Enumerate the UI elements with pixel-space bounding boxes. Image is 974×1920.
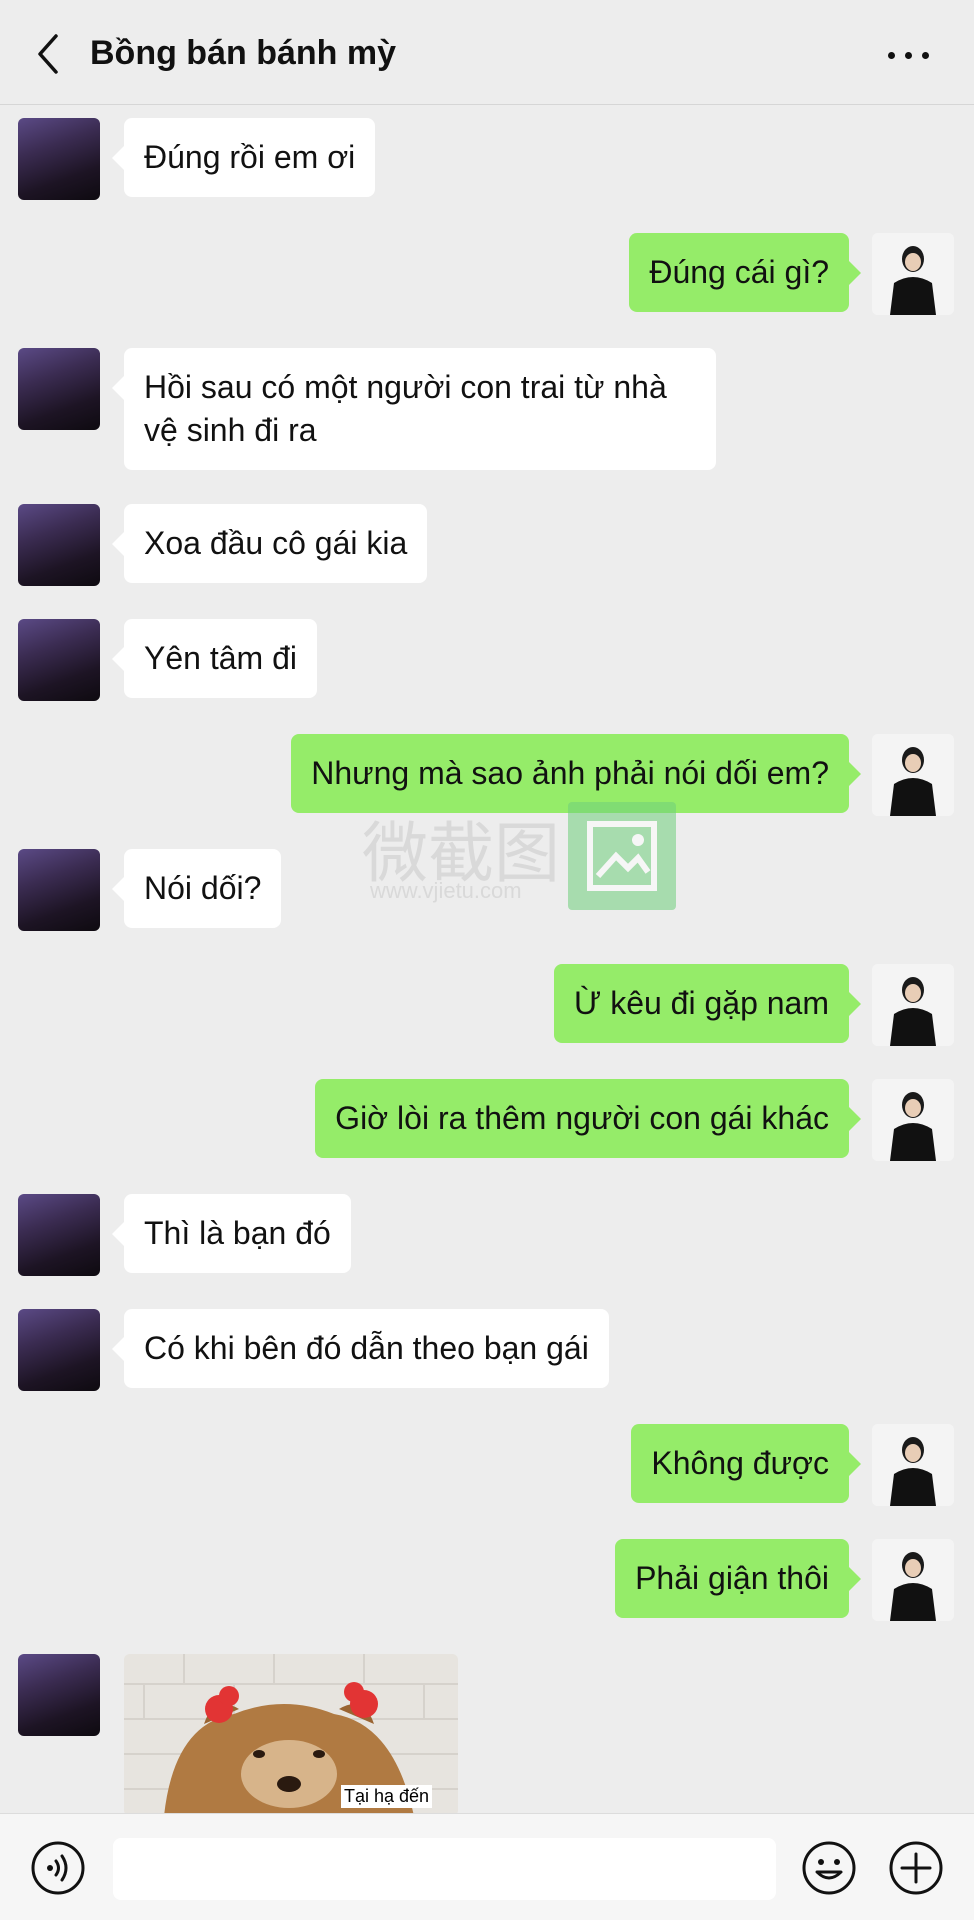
self-avatar[interactable] bbox=[872, 1539, 954, 1621]
message-input[interactable] bbox=[113, 1838, 776, 1900]
chevron-left-icon bbox=[38, 34, 58, 74]
more-dots-icon bbox=[888, 52, 895, 59]
watermark-logo-icon bbox=[568, 802, 676, 910]
emoji-icon bbox=[802, 1841, 856, 1895]
message-bubble[interactable]: Đúng cái gì? bbox=[629, 233, 861, 312]
voice-button[interactable] bbox=[30, 1840, 86, 1896]
watermark-url: www.vjietu.com bbox=[370, 878, 522, 903]
message-bubble[interactable]: Không được bbox=[631, 1424, 861, 1503]
self-avatar[interactable] bbox=[872, 734, 954, 816]
emoji-button[interactable] bbox=[801, 1840, 857, 1896]
message-bubble[interactable]: Giờ lòi ra thêm người con gái khác bbox=[315, 1079, 861, 1158]
contact-avatar[interactable] bbox=[18, 849, 100, 931]
more-options-button[interactable] bbox=[884, 40, 934, 70]
message-bubble[interactable]: Yên tâm đi bbox=[112, 619, 317, 698]
input-bar bbox=[0, 1813, 974, 1920]
contact-avatar[interactable] bbox=[18, 1654, 100, 1736]
contact-avatar[interactable] bbox=[18, 348, 100, 430]
message-bubble[interactable]: Hồi sau có một người con trai từ nhà vệ … bbox=[112, 348, 716, 470]
message-bubble[interactable]: Có khi bên đó dẫn theo bạn gái bbox=[112, 1309, 609, 1388]
message-bubble[interactable]: Phải giận thôi bbox=[615, 1539, 861, 1618]
sticker-image[interactable]: Tại hạ đến bbox=[124, 1654, 458, 1816]
chat-header: Bồng bán bánh mỳ bbox=[0, 0, 974, 105]
back-button[interactable] bbox=[28, 30, 70, 78]
message-bubble[interactable]: Ừ kêu đi gặp nam bbox=[553, 964, 862, 1043]
contact-avatar[interactable] bbox=[18, 619, 100, 701]
self-avatar[interactable] bbox=[872, 1424, 954, 1506]
message-bubble[interactable]: Đúng rồi em ơi bbox=[111, 118, 376, 197]
contact-avatar[interactable] bbox=[18, 1309, 100, 1391]
plus-icon bbox=[889, 1841, 943, 1895]
message-bubble[interactable]: Nói dối? bbox=[111, 849, 282, 928]
message-bubble[interactable]: Nhưng mà sao ảnh phải nói dối em? bbox=[291, 734, 861, 813]
watermark: 微截图 www.vjietu.com bbox=[362, 800, 677, 910]
chat-title: Bồng bán bánh mỳ bbox=[90, 34, 396, 72]
plus-button[interactable] bbox=[888, 1840, 944, 1896]
sticker-caption: Tại hạ đến bbox=[341, 1785, 433, 1808]
self-avatar[interactable] bbox=[872, 964, 954, 1046]
contact-avatar[interactable] bbox=[18, 1194, 100, 1276]
self-avatar[interactable] bbox=[872, 233, 954, 315]
contact-avatar[interactable] bbox=[18, 504, 100, 586]
voice-icon bbox=[31, 1841, 85, 1895]
watermark-text: 微截图 bbox=[362, 815, 560, 892]
contact-avatar[interactable] bbox=[18, 118, 100, 200]
message-bubble[interactable]: Thì là bạn đó bbox=[112, 1194, 351, 1273]
self-avatar[interactable] bbox=[872, 1079, 954, 1161]
message-bubble[interactable]: Xoa đầu cô gái kia bbox=[111, 504, 428, 583]
